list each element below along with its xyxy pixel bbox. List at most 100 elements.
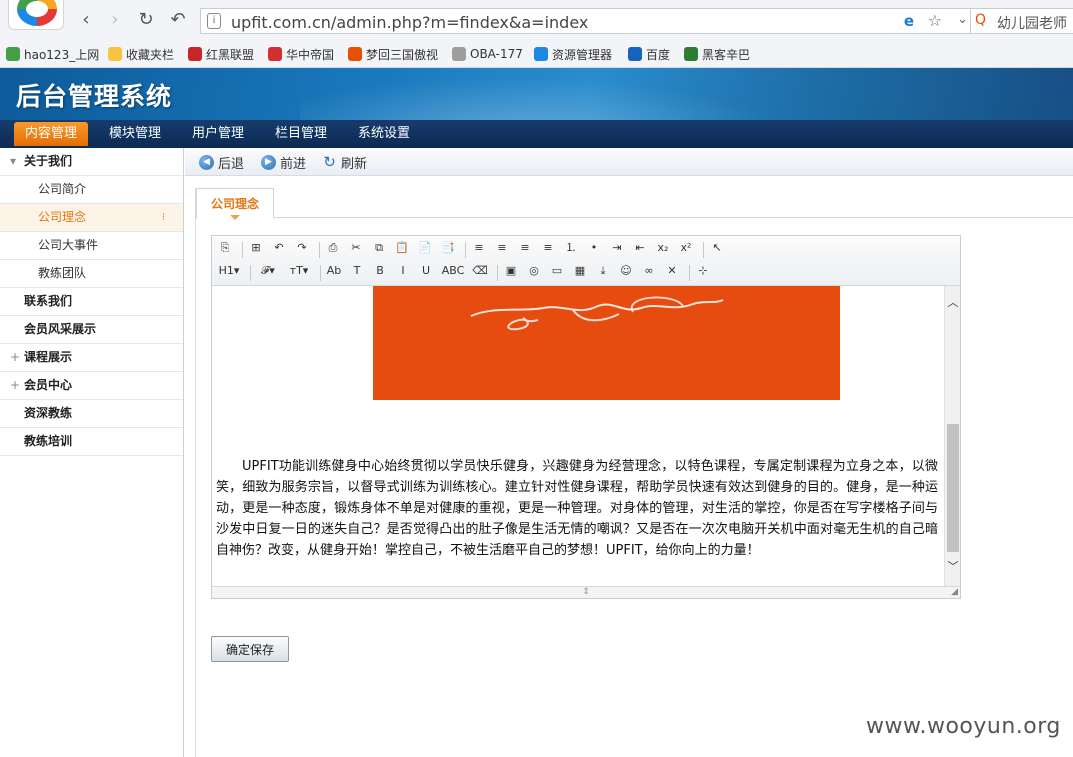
editor-tool-icon[interactable]: 📋 — [393, 239, 411, 257]
main-nav-tab[interactable]: 用户管理 — [181, 122, 255, 146]
editor-tool-icon[interactable]: 𝓕▾ — [255, 262, 281, 280]
editor-tool-icon[interactable]: ∞ — [640, 262, 658, 280]
expand-icon[interactable]: + — [10, 344, 20, 371]
editor-tool-icon[interactable]: ⎙ — [324, 239, 342, 257]
forward-arrow-icon[interactable]: › — [104, 9, 126, 31]
back-icon: ◀ — [199, 154, 214, 170]
editor-paragraph[interactable]: UPFIT功能训练健身中心始终贯彻以学员快乐健身，兴趣健身为经营理念，以特色课程… — [216, 456, 938, 561]
editor-tool-icon[interactable]: ⇤ — [631, 239, 649, 257]
search-text[interactable]: 幼儿园老师 — [997, 13, 1067, 33]
content-area: 公司理念 ⎘ ⊞ ↶ ↷ ⎙ ✂ ⧉ 📋 📄 📑 ≡ ≡ ≡ ≡ ⒈ • ⇥ ⇤ x₂ x² ↖ H1▾ 𝓕▾ тT▾ Ab T B… — [195, 188, 1073, 757]
editor-tool-icon[interactable]: 📑 — [439, 239, 457, 257]
bookmark-item[interactable]: 华中帝国 — [268, 44, 334, 64]
editor-tool-icon[interactable]: ⊹ — [694, 262, 712, 280]
chevron-down-icon[interactable]: ⌄ — [957, 12, 968, 27]
main-nav-tab[interactable]: 栏目管理 — [264, 122, 338, 146]
sidebar-item[interactable]: + 会员中心 — [0, 372, 183, 400]
editor-tool-icon[interactable]: тT▾ — [286, 262, 312, 280]
editor-tool-icon[interactable]: ABC — [440, 262, 466, 280]
bookmark-item[interactable]: 梦回三国傲视 — [348, 44, 438, 64]
editor-tool-icon[interactable]: ≡ — [493, 239, 511, 257]
sidebar-item[interactable]: 公司理念 ⁝ — [0, 204, 183, 232]
editor-tool-icon[interactable]: ☺ — [617, 262, 635, 280]
scroll-up-icon[interactable]: ︿ — [945, 296, 961, 310]
editor-tool-icon[interactable]: H1▾ — [216, 262, 242, 280]
address-bar[interactable]: i upfit.com.cn/admin.php?m=findex&a=inde… — [200, 8, 975, 34]
editor-tool-icon[interactable]: B — [371, 262, 389, 280]
scroll-down-icon[interactable]: ﹀ — [945, 560, 961, 574]
scroll-thumb[interactable] — [947, 424, 959, 552]
refresh-button[interactable]: ↻ 刷新 — [322, 152, 367, 172]
bookmark-item[interactable]: 黑客辛巴 — [684, 44, 750, 64]
browser-chrome: ‹ › ↻ ↶ i upfit.com.cn/admin.php?m=finde… — [0, 0, 1073, 68]
editor-tool-icon[interactable]: ⌫ — [471, 262, 489, 280]
editor-tool-icon[interactable]: ↖ — [708, 239, 726, 257]
editor-tool-icon[interactable]: ≡ — [516, 239, 534, 257]
sidebar-item[interactable]: 公司简介 — [0, 176, 183, 204]
editor-tool-icon[interactable]: ◎ — [525, 262, 543, 280]
bookmark-item[interactable]: OBA-177 — [452, 44, 523, 64]
editor-tool-icon[interactable]: ⧉ — [370, 239, 388, 257]
sidebar-item[interactable]: 教练团队 — [0, 260, 183, 288]
editor-tool-icon[interactable]: ▦ — [571, 262, 589, 280]
editor-scrollbar[interactable]: ︿ ﹀ — [944, 286, 960, 586]
editor-tool-icon[interactable]: • — [585, 239, 603, 257]
main-nav-tab[interactable]: 内容管理 — [14, 122, 89, 146]
back-button[interactable]: ◀ 后退 — [199, 152, 244, 172]
collapse-icon[interactable]: ▾ — [10, 148, 20, 175]
editor-tool-icon[interactable]: Ab — [325, 262, 343, 280]
reload-icon[interactable]: ↻ — [135, 9, 157, 31]
bookmark-item[interactable]: 红黑联盟 — [188, 44, 254, 64]
browser-nav-row: ‹ › ↻ ↶ i upfit.com.cn/admin.php?m=finde… — [0, 0, 1073, 40]
main-nav-tab[interactable]: 系统设置 — [347, 122, 421, 146]
editor-tool-icon[interactable]: ⤓ — [594, 262, 612, 280]
address-url[interactable]: upfit.com.cn/admin.php?m=findex&a=index — [231, 13, 588, 32]
editor-tool-icon[interactable]: U — [417, 262, 435, 280]
editor-resize-bar[interactable]: ⇕ ◢ — [212, 586, 960, 598]
editor-tool-icon[interactable]: ⒈ — [562, 239, 580, 257]
expand-icon[interactable]: + — [10, 372, 20, 399]
editor-tool-icon[interactable]: ✂ — [347, 239, 365, 257]
star-icon[interactable]: ☆ — [928, 11, 942, 30]
editor-tool-icon[interactable]: I — [394, 262, 412, 280]
editor-tool-icon[interactable]: ✕ — [663, 262, 681, 280]
resize-grip-icon[interactable]: ◢ — [951, 587, 958, 598]
sidebar-item[interactable]: 公司大事件 — [0, 232, 183, 260]
editor-tool-icon[interactable]: ≡ — [539, 239, 557, 257]
main-nav-tab[interactable]: 模块管理 — [98, 122, 172, 146]
search-box[interactable]: Q 幼儿园老师 — [970, 8, 1073, 34]
sidebar-item[interactable]: 联系我们 — [0, 288, 183, 316]
editor-tool-icon[interactable]: x² — [677, 239, 695, 257]
ie-compat-icon[interactable]: e — [900, 12, 918, 30]
sidebar-item[interactable]: 会员风采展示 — [0, 316, 183, 344]
editor-tool-icon[interactable]: ⊞ — [247, 239, 265, 257]
editor-document[interactable]: UPFIT功能训练健身中心始终贯彻以学员快乐健身，兴趣健身为经营理念，以特色课程… — [212, 286, 944, 586]
bookmark-item[interactable]: 资源管理器 — [534, 44, 612, 64]
editor-tool-icon[interactable]: ↷ — [293, 239, 311, 257]
sidebar-item[interactable]: 教练培训 — [0, 428, 183, 456]
bookmark-item[interactable]: hao123_上网 — [6, 44, 99, 64]
bookmark-icon — [188, 47, 202, 61]
sidebar-item[interactable]: + 课程展示 — [0, 344, 183, 372]
editor-tool-icon[interactable]: T — [348, 262, 366, 280]
bookmark-item[interactable]: 百度 — [628, 44, 670, 64]
tab-company-philosophy[interactable]: 公司理念 — [196, 188, 275, 220]
sidebar-item[interactable]: 资深教练 — [0, 400, 183, 428]
back-arrow-icon[interactable]: ‹ — [75, 9, 97, 31]
browser-logo[interactable] — [8, 0, 64, 30]
editor-tool-icon[interactable]: ▭ — [548, 262, 566, 280]
editor-tool-icon[interactable]: ⎘ — [216, 239, 234, 257]
page-info-icon[interactable]: i — [207, 13, 221, 29]
forward-button[interactable]: ▶ 前进 — [261, 152, 306, 172]
editor-tool-icon[interactable]: ≡ — [470, 239, 488, 257]
editor-tool-icon[interactable]: ↶ — [270, 239, 288, 257]
sidebar-item[interactable]: ▾ 关于我们 — [0, 148, 183, 176]
editor-tool-icon[interactable]: ⇥ — [608, 239, 626, 257]
toolbar-separator — [465, 242, 466, 258]
undo-icon[interactable]: ↶ — [167, 9, 189, 31]
editor-tool-icon[interactable]: 📄 — [416, 239, 434, 257]
editor-tool-icon[interactable]: x₂ — [654, 239, 672, 257]
save-button[interactable]: 确定保存 — [211, 636, 289, 662]
editor-tool-icon[interactable]: ▣ — [502, 262, 520, 280]
bookmark-item[interactable]: 收藏夹栏 — [108, 44, 174, 64]
